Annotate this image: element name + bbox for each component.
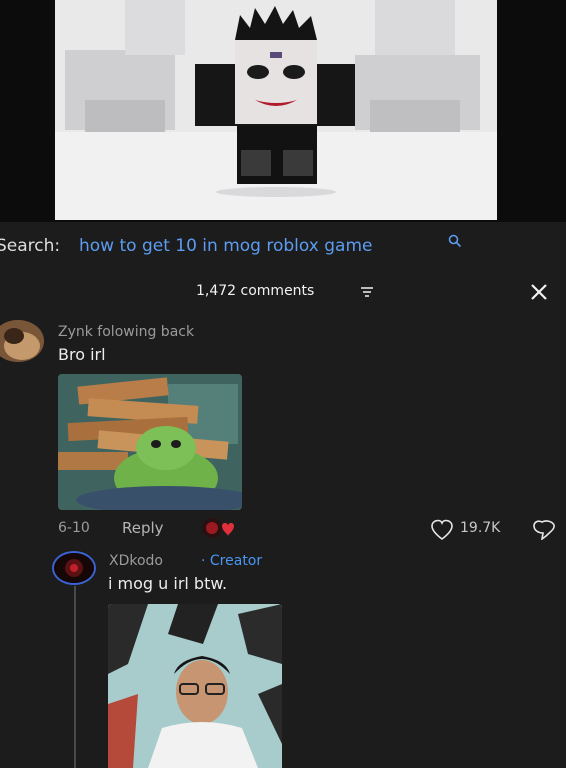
comment-text: Bro irl xyxy=(58,345,106,364)
reply-image[interactable] xyxy=(108,604,282,768)
creator-avatar[interactable] xyxy=(52,551,96,585)
roblox-avatar-image xyxy=(55,0,497,220)
like-count: 19.7K xyxy=(460,520,501,536)
thread-line xyxy=(74,586,76,768)
search-prefix-label: Search: xyxy=(0,236,61,256)
heart-icon[interactable] xyxy=(430,519,454,541)
dislike-icon[interactable] xyxy=(532,518,556,540)
creator-liked-icon xyxy=(202,518,234,538)
sort-icon[interactable] xyxy=(360,285,374,299)
reply-author[interactable]: XDkodo xyxy=(109,553,163,569)
reply-button[interactable]: Reply xyxy=(122,519,164,537)
reply-text: i mog u irl btw. xyxy=(108,574,228,593)
search-query-link[interactable]: how to get 10 in mog roblox game xyxy=(79,236,372,256)
avatar[interactable] xyxy=(0,320,44,362)
comment-image[interactable] xyxy=(58,374,242,510)
comment-author[interactable]: Zynk folowing back xyxy=(58,324,194,340)
comment-date: 6-10 xyxy=(58,520,90,536)
search-icon[interactable] xyxy=(448,234,462,248)
close-icon[interactable] xyxy=(528,281,550,303)
creator-badge: · Creator xyxy=(201,553,263,569)
comments-count: 1,472 comments xyxy=(196,283,315,299)
